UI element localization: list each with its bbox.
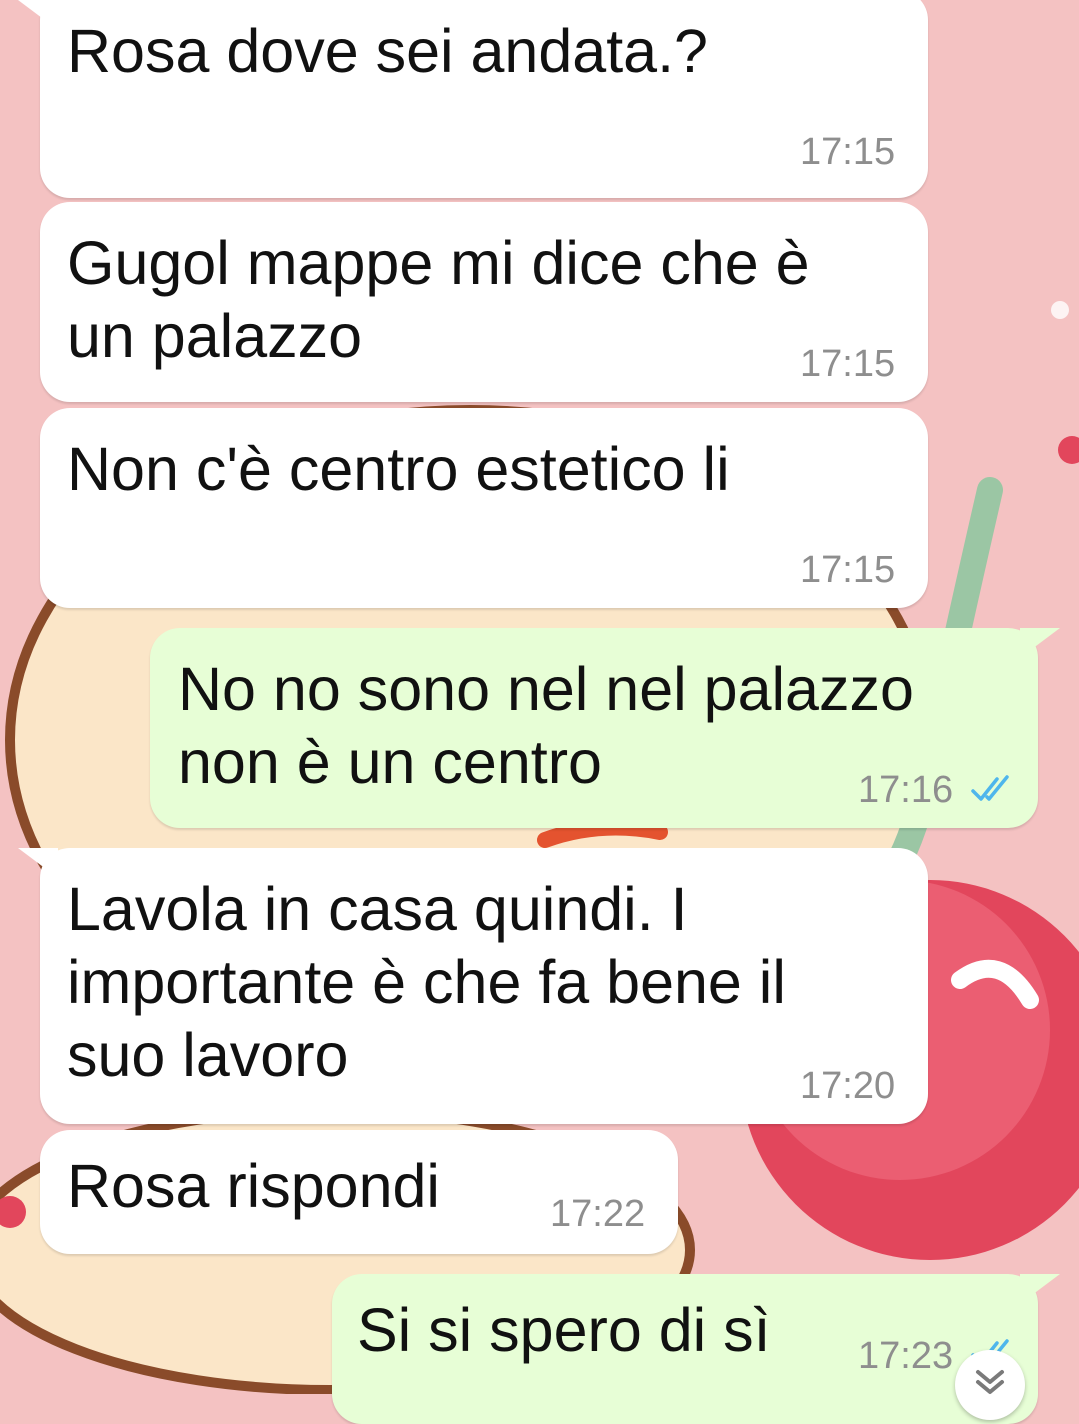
double-chevron-down-icon	[976, 1370, 1004, 1394]
double-check-icon	[971, 775, 1009, 801]
incoming-message[interactable]: Lavola in casa quindi. I importante è ch…	[40, 848, 928, 1124]
message-text: Gugol mappe mi dice che è un palazzo	[67, 229, 810, 370]
message-text: Lavola in casa quindi. I importante è ch…	[67, 875, 786, 1089]
incoming-message[interactable]: Rosa rispondi 17:22	[40, 1130, 678, 1254]
incoming-message[interactable]: Rosa dove sei andata.? 17:15	[40, 0, 928, 198]
incoming-message[interactable]: Gugol mappe mi dice che è un palazzo 17:…	[40, 202, 928, 402]
message-time: 17:20	[800, 1065, 896, 1107]
message-time: 17:15	[800, 549, 896, 591]
message-time: 17:15	[800, 343, 896, 385]
message-text: Rosa rispondi	[67, 1152, 440, 1220]
message-time: 17:15	[800, 131, 896, 173]
bubble-tail	[18, 0, 58, 30]
scroll-to-bottom-button[interactable]	[955, 1350, 1025, 1420]
message-text: Non c'è centro estetico li	[67, 435, 730, 503]
message-time: 17:16	[858, 769, 954, 811]
bubble-tail	[1020, 628, 1060, 658]
message-time: 17:22	[550, 1193, 646, 1235]
message-text: No no sono nel nel palazzo non è un cent…	[178, 655, 914, 796]
outgoing-message[interactable]: Si si spero di sì 17:23	[332, 1274, 1038, 1424]
message-text: Si si spero di sì	[357, 1296, 771, 1364]
bubble-tail	[18, 848, 58, 878]
message-time: 17:23	[858, 1335, 954, 1377]
bubble-tail	[1020, 1274, 1060, 1304]
outgoing-message[interactable]: No no sono nel nel palazzo non è un cent…	[150, 628, 1038, 828]
message-text: Rosa dove sei andata.?	[67, 17, 708, 85]
incoming-message[interactable]: Non c'è centro estetico li 17:15	[40, 408, 928, 608]
